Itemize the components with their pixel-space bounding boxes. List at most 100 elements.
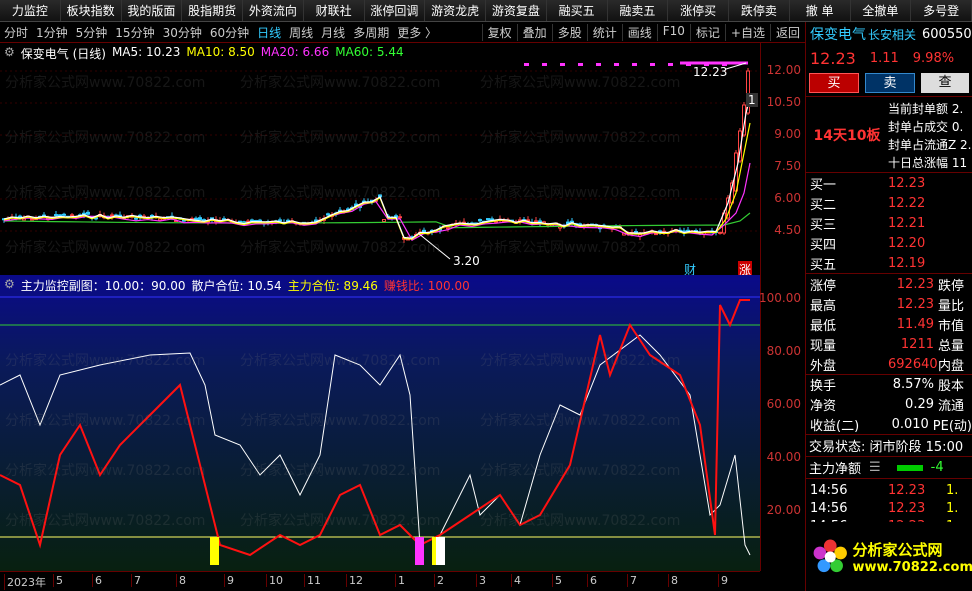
period-tab-2[interactable]: 5分钟 [72, 24, 112, 41]
brand-logo: 分析家公式网 www.70822.com [806, 522, 972, 591]
flower-logo-icon [813, 539, 847, 572]
bid-label: 买三 [810, 217, 837, 233]
stat-label: 换手 [810, 379, 837, 394]
stock-name: 保变电气 [810, 27, 866, 43]
candle-body [110, 214, 114, 217]
chart-tool-3[interactable]: 统计 [586, 23, 622, 41]
price-axis: 12.00 10.50 9.00 7.50 6.00 4.50 [760, 43, 805, 275]
chart-tool-0[interactable]: 复权 [481, 23, 517, 41]
ma5-label: MA5: 10.23 [111, 45, 181, 59]
candlestick-chart[interactable] [0, 43, 760, 275]
price-tick: 4.50 [774, 223, 801, 237]
pct-change: 9.98% [912, 50, 955, 66]
time-tick: 4 [511, 574, 521, 587]
topbar-item-3[interactable]: 股指期货 [182, 0, 243, 21]
period-tab-4[interactable]: 30分钟 [159, 24, 206, 41]
period-tab-0[interactable]: 分时 [0, 24, 32, 41]
candle-body [486, 218, 490, 221]
chart-settings-icon[interactable]: ⚙ [4, 45, 15, 62]
stat-label-2: 量比 [938, 298, 965, 314]
concept-tag[interactable]: 长安相关 [868, 26, 916, 43]
signal-mark [632, 63, 637, 66]
period-tab-10[interactable]: 更多 〉 [393, 24, 441, 41]
sub-tick: 80.00 [766, 344, 801, 358]
sell-button[interactable]: 卖 [865, 73, 915, 93]
stat-label-2: 流通 [938, 398, 965, 414]
topbar-item-12[interactable]: 跌停卖 [729, 0, 790, 21]
time-tick: 9 [224, 574, 234, 587]
tick-vol: 1. [946, 482, 959, 498]
period-tab-8[interactable]: 月线 [317, 24, 349, 41]
period-tab-3[interactable]: 15分钟 [111, 24, 158, 41]
topbar-item-7[interactable]: 游资龙虎 [425, 0, 486, 21]
sub-tick: 20.00 [766, 503, 801, 517]
sub-settings-icon[interactable]: ⚙ [4, 277, 15, 294]
bid-price: 12.23 [888, 175, 926, 191]
chart-tools: 复权 叠加 多股 统计 画线 F10 标记 +自选 返回 [481, 23, 805, 41]
seal-row: 十日总涨幅 11 [888, 156, 968, 170]
stat-label: 净资 [810, 398, 837, 414]
topbar-item-6[interactable]: 涨停回调 [364, 0, 426, 21]
stat-row: 净资 0.29 流通 [806, 394, 972, 414]
stat-row: 换手 8.57% 股本 [806, 374, 972, 394]
signal-mark [578, 63, 583, 66]
topbar-item-15[interactable]: 多号登 [911, 0, 972, 21]
topbar-item-2[interactable]: 我的版面 [121, 0, 183, 21]
candle-body [654, 233, 658, 236]
main-force-indicator-chart[interactable] [0, 275, 760, 571]
sub-tick: 40.00 [766, 450, 801, 464]
tick-vol: 1. [946, 500, 959, 516]
topbar-item-9[interactable]: 融买五 [546, 0, 608, 21]
topbar-item-1[interactable]: 板块指数 [60, 0, 122, 21]
stat-row: 现量 1211 总量 [806, 334, 972, 354]
topbar-item-4[interactable]: 外资流向 [243, 0, 304, 21]
limit-streak: 14天10板 [813, 127, 881, 144]
bid-price: 12.21 [888, 215, 926, 231]
profit-ratio: 赚钱比: 100.00 [383, 279, 470, 293]
high-price-label: 12.23 [693, 65, 728, 79]
table-icon[interactable]: ☰ [869, 460, 881, 475]
chart-tool-2[interactable]: 多股 [551, 23, 587, 41]
bid-row: 买二 12.22 [806, 193, 972, 213]
price-tick: 9.00 [774, 127, 801, 141]
buy-button[interactable]: 买 [809, 73, 859, 93]
topbar-item-14[interactable]: 全撤单 [850, 0, 912, 21]
ma10-label: MA10: 8.50 [186, 45, 255, 59]
ma20-label: MA20: 6.66 [260, 45, 330, 59]
period-tab-9[interactable]: 多周期 [349, 24, 393, 41]
topbar-item-10[interactable]: 融卖五 [607, 0, 669, 21]
chart-tool-6[interactable]: 标记 [689, 23, 725, 41]
candle-body [478, 219, 482, 222]
query-button[interactable]: 查 [921, 73, 969, 93]
period-tab-5[interactable]: 60分钟 [206, 24, 253, 41]
chart-tool-8[interactable]: 返回 [769, 23, 805, 41]
period-tab-1[interactable]: 1分钟 [32, 24, 72, 41]
bid-price: 12.20 [888, 235, 926, 251]
stat-label-2: PE(动) [932, 418, 972, 434]
logo-title: 分析家公式网 [852, 540, 943, 559]
candle-body [326, 213, 330, 216]
tick-row: 14:56 12.23 1. [806, 499, 972, 517]
topbar-item-8[interactable]: 游资复盘 [486, 0, 547, 21]
time-tick: 2023年 [4, 574, 46, 590]
time-tick: 2 [434, 574, 444, 587]
period-tab-7[interactable]: 周线 [285, 24, 317, 41]
chart-tool-7[interactable]: +自选 [724, 23, 770, 41]
bid-label: 买一 [810, 177, 837, 193]
current-price: 12.23 [810, 48, 856, 68]
period-tab-6[interactable]: 日线 [253, 24, 285, 41]
topbar-item-5[interactable]: 财联社 [303, 0, 365, 21]
chart-tool-1[interactable]: 叠加 [516, 23, 552, 41]
topbar-item-0[interactable]: 力监控 [0, 0, 61, 21]
chart-tool-5[interactable]: F10 [656, 23, 690, 41]
ma60-label: MA60: 5.44 [335, 45, 404, 59]
chart-tool-4[interactable]: 画线 [621, 23, 657, 41]
topbar-item-11[interactable]: 涨停买 [668, 0, 729, 21]
topbar-item-13[interactable]: 撤 单 [789, 0, 851, 21]
stat-row: 涨停 12.23 跌停 [806, 274, 972, 294]
candle-body [86, 211, 90, 215]
candle-body [718, 231, 722, 234]
stat-value: 11.49 [896, 316, 934, 332]
stat-row: 外盘 692640 内盘 [806, 354, 972, 374]
stat-value: 692640 [888, 356, 938, 372]
